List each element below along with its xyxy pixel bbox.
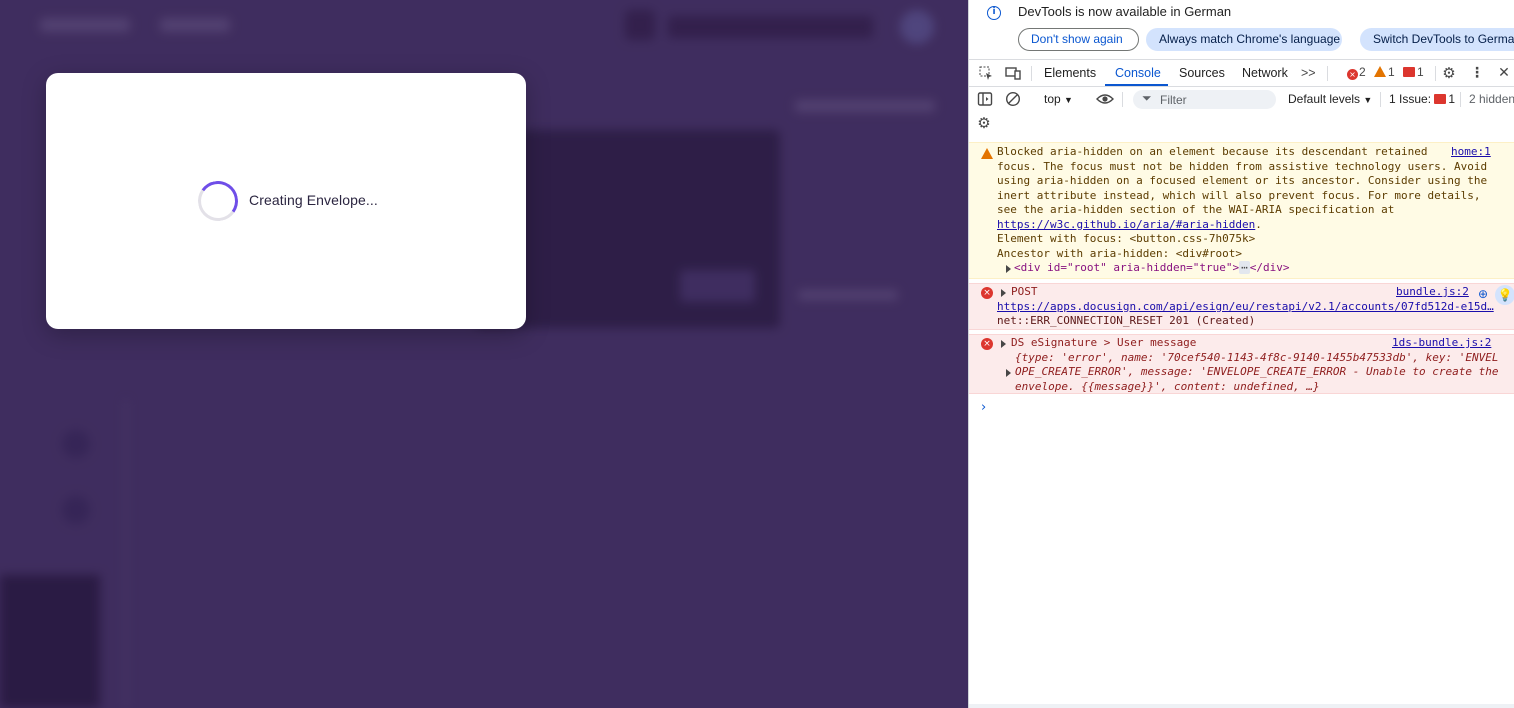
focus-element-line: Element with focus: <button.css-7h075k> (997, 232, 1256, 245)
info-icon: i (987, 6, 1001, 20)
expand-triangle-icon[interactable] (1001, 289, 1006, 297)
error-count[interactable]: × 2 (1347, 65, 1366, 80)
warning-icon (1374, 66, 1386, 77)
dom-node-close-tag: </div> (1249, 261, 1290, 274)
error-icon: × (1347, 69, 1358, 80)
console-error-ds-message: × DS eSignature > User message 1ds-bundl… (969, 334, 1514, 394)
dom-node-open-tag: <div id="root" aria-hidden="true"> (1014, 261, 1240, 274)
warning-icon (981, 148, 993, 159)
post-url-link[interactable]: https://apps.docusign.com/api/esign/eu/r… (997, 300, 1494, 313)
post-status-line: net::ERR_CONNECTION_RESET 201 (Created) (997, 314, 1256, 327)
more-options-kebab-icon[interactable]: ⋮ (1469, 65, 1485, 81)
dont-show-again-button[interactable]: Don't show again (1018, 28, 1139, 51)
tab-sources[interactable]: Sources (1179, 66, 1225, 80)
drawer-edge (969, 704, 1514, 708)
ds-message-label: DS eSignature > User message (1011, 336, 1197, 349)
settings-gear-icon[interactable]: ⚙ (1441, 65, 1457, 81)
warning-line: Blocked aria-hidden on an element becaus… (997, 145, 1428, 158)
inspect-element-icon[interactable] (978, 65, 994, 81)
warning-line: using aria-hidden on a focused element o… (997, 174, 1488, 187)
warning-count-value: 1 (1388, 65, 1395, 79)
post-label: POST (1011, 285, 1038, 298)
device-toolbar-icon[interactable] (1005, 65, 1021, 81)
filter-placeholder: Filter (1160, 93, 1187, 107)
post-url-line: https://apps.docusign.com/api/esign/eu/r… (997, 300, 1494, 315)
error-count-value: 2 (1359, 65, 1366, 79)
sidebar-toggle-icon[interactable] (977, 91, 993, 107)
separator (1122, 92, 1123, 107)
chevron-down-icon: ▼ (1363, 95, 1373, 105)
link-suffix: . (1255, 217, 1262, 231)
infobar-message: DevTools is now available in German (1018, 4, 1232, 19)
issue-flag-icon (1403, 67, 1415, 77)
tab-elements[interactable]: Elements (1044, 66, 1096, 80)
context-select-value: top (1044, 92, 1061, 106)
filter-input[interactable]: ⏷ Filter (1133, 90, 1276, 109)
object-preview-line[interactable]: OPE_CREATE_ERROR', message: 'ENVELOPE_CR… (1015, 365, 1498, 380)
ancestor-element-line: Ancestor with aria-hidden: <div#root> (997, 246, 1243, 260)
console-prompt-chevron-icon[interactable]: › (981, 400, 986, 415)
warning-line: focus. The focus must not be hidden from… (997, 159, 1488, 173)
expand-object-triangle-icon[interactable] (1006, 369, 1011, 377)
console-settings-row: ⚙ (969, 112, 1514, 138)
active-tab-indicator (1105, 84, 1168, 86)
log-levels-select[interactable]: Default levels ▼ (1288, 92, 1372, 106)
issue-flag-icon (1434, 94, 1447, 104)
log-levels-value: Default levels (1288, 92, 1361, 106)
issue-count[interactable]: 1 (1403, 65, 1424, 79)
warning-line: see the aria-hidden section of the WAI-A… (997, 203, 1395, 216)
console-error-post: × POST bundle.js:2 ⊕ 💡 https://apps.docu… (969, 283, 1514, 330)
issues-label: 1 Issue: (1389, 92, 1432, 106)
collapsed-children-ellipsis[interactable]: ⋯ (1239, 261, 1250, 274)
expand-node-triangle-icon[interactable] (1006, 265, 1011, 273)
console-toolbar: top ▼ ⏷ Filter Default levels ▼ 1 Issue:… (969, 87, 1514, 112)
error-icon: × (981, 287, 993, 299)
language-infobar: i DevTools is now available in German Do… (969, 0, 1514, 59)
separator (1435, 66, 1436, 81)
console-warning-message: home:1 Blocked aria-hidden on an element… (969, 142, 1514, 279)
aria-spec-link[interactable]: https://w3c.github.io/aria/#aria-hidden (997, 218, 1255, 231)
error-icon: × (981, 338, 993, 350)
warning-link-line: https://w3c.github.io/aria/#aria-hidden. (997, 218, 1262, 233)
message-source-link[interactable]: bundle.js:2 (1396, 285, 1469, 300)
more-tabs-chevron-icon[interactable]: >> (1301, 66, 1316, 80)
always-match-language-button[interactable]: Always match Chrome's language (1146, 28, 1342, 51)
console-settings-gear-icon[interactable]: ⚙ (976, 115, 992, 131)
warning-line: inert attribute instead, which will also… (997, 188, 1481, 202)
issues-link[interactable]: 1 Issue: 1 (1389, 92, 1455, 106)
separator (1327, 66, 1328, 81)
live-expression-eye-icon[interactable] (1096, 91, 1114, 107)
hidden-messages-count: 2 hidden (1469, 92, 1514, 106)
clear-console-icon[interactable] (1005, 91, 1021, 107)
ai-insights-lightbulb-icon[interactable]: 💡 (1495, 285, 1514, 305)
chevron-down-icon: ▼ (1064, 95, 1073, 105)
warning-count[interactable]: 1 (1374, 65, 1395, 79)
tab-console[interactable]: Console (1115, 66, 1161, 80)
separator (1460, 92, 1461, 107)
separator (1031, 66, 1032, 81)
message-source-link[interactable]: 1ds-bundle.js:2 (1392, 336, 1491, 351)
message-source-link[interactable]: home:1 (1451, 145, 1491, 160)
object-preview-line[interactable]: {type: 'error', name: '70cef540-1143-4f8… (1015, 351, 1498, 366)
switch-devtools-language-button[interactable]: Switch DevTools to Germa (1360, 28, 1514, 51)
dom-node-line[interactable]: <div id="root" aria-hidden="true"> ⋯ </div… (1014, 261, 1290, 276)
separator (1380, 92, 1381, 107)
devtools-panel: i DevTools is now available in German Do… (968, 0, 1514, 708)
close-devtools-icon[interactable]: ✕ (1496, 65, 1512, 81)
context-select[interactable]: top ▼ (1044, 92, 1073, 106)
filter-funnel-icon: ⏷ (1142, 91, 1152, 105)
tab-network[interactable]: Network (1242, 66, 1288, 80)
issue-count-value: 1 (1417, 65, 1424, 79)
expand-triangle-icon[interactable] (1001, 340, 1006, 348)
devtools-tabbar: Elements Console Sources Network >> × 2 1… (969, 59, 1514, 87)
issues-count: 1 (1448, 92, 1456, 106)
creating-envelope-modal: Creating Envelope... (46, 73, 526, 329)
object-preview-line[interactable]: envelope. {{message}}', content: undefin… (1015, 380, 1320, 395)
modal-status-text: Creating Envelope... (249, 192, 378, 208)
